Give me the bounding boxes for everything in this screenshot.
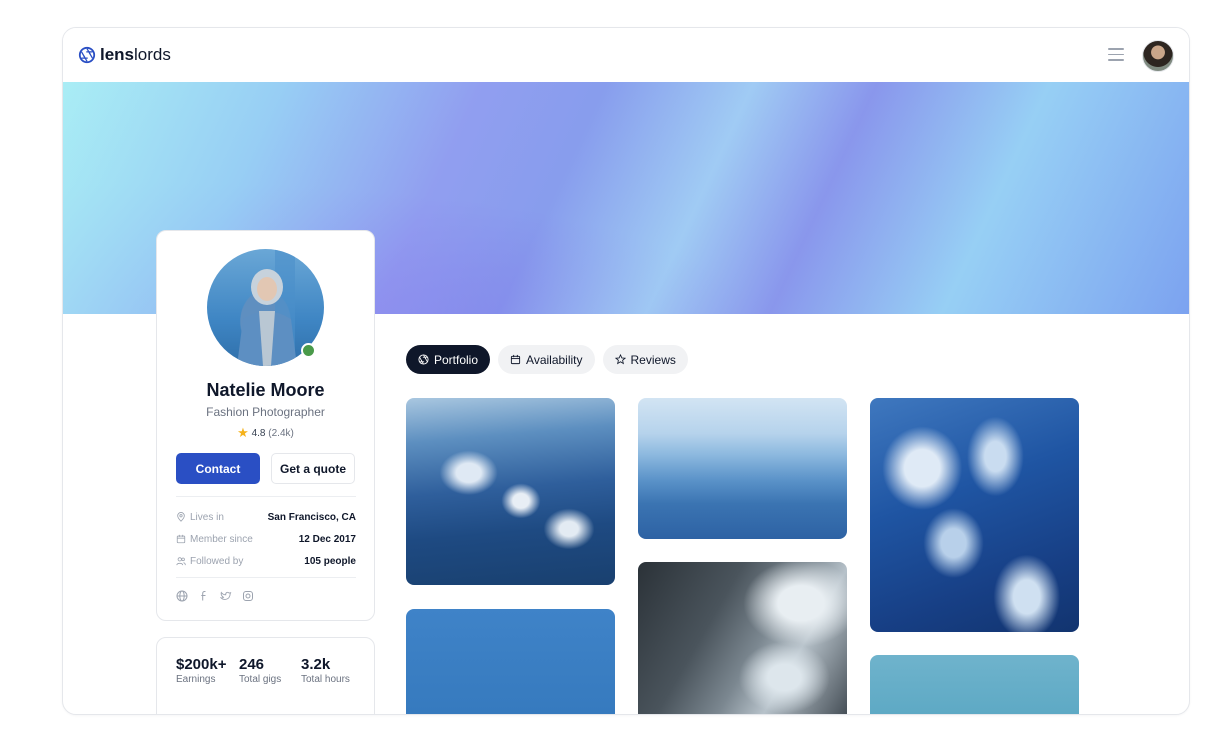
stat-value: 246: [239, 656, 265, 673]
calendar-icon: [176, 534, 186, 544]
stat-total-hours: 3.2k Total hours: [301, 656, 350, 685]
info-value: 105 people: [304, 555, 356, 567]
info-value: San Francisco, CA: [267, 511, 356, 523]
profile-rating: ★ 4.8 (2.4k): [157, 425, 374, 441]
info-row-lives-in: Lives in San Francisco, CA: [176, 510, 356, 524]
star-icon: [614, 354, 626, 365]
tab-label: Reviews: [630, 352, 676, 367]
profile-title: Fashion Photographer: [206, 405, 325, 419]
profile-card: Natelie Moore Fashion Photographer ★ 4.8…: [156, 230, 375, 621]
globe-icon[interactable]: [176, 589, 188, 602]
tab-label: Portfolio: [434, 352, 479, 367]
portfolio-photo-waterfall[interactable]: [638, 562, 847, 714]
aperture-logo-icon: [78, 46, 96, 64]
rating-count: (2.4k): [268, 428, 294, 439]
online-status-indicator: [301, 343, 316, 358]
stat-label: Total hours: [301, 674, 350, 685]
profile-name: Natelie Moore: [206, 380, 325, 400]
stat-value: $200k+: [176, 656, 227, 673]
instagram-icon[interactable]: [242, 589, 254, 601]
brand-logo[interactable]: lenslords: [78, 45, 171, 65]
stats-card: $200k+ Earnings 246 Total gigs 3.2k Tota…: [156, 637, 375, 714]
app-window: lenslords Natelie Moore Fashion Photogra…: [62, 27, 1190, 715]
portfolio-photo-ocean-waves[interactable]: [870, 398, 1079, 632]
stat-total-gigs: 246 Total gigs: [239, 656, 281, 685]
info-label: Followed by: [190, 555, 244, 567]
tab-label: Availability: [526, 352, 583, 367]
rating-value: 4.8: [251, 428, 266, 439]
info-label: Member since: [190, 533, 253, 545]
hamburger-menu-icon[interactable]: [1108, 48, 1124, 62]
portfolio-photo-mountains[interactable]: [406, 398, 615, 585]
stat-earnings: $200k+ Earnings: [176, 656, 226, 685]
profile-tabs: Portfolio Availability Reviews: [406, 345, 688, 374]
info-label: Lives in: [190, 511, 224, 523]
info-value: 12 Dec 2017: [298, 533, 356, 545]
stat-label: Earnings: [176, 674, 216, 685]
stat-value: 3.2k: [301, 656, 331, 673]
calendar-icon: [510, 354, 521, 365]
logo-text-light: lords: [134, 45, 171, 64]
social-links: [176, 589, 254, 602]
tab-availability[interactable]: Availability: [498, 345, 595, 374]
contact-button[interactable]: Contact: [176, 453, 260, 484]
facebook-icon[interactable]: [198, 589, 210, 601]
portfolio-photo-water-texture[interactable]: [870, 655, 1079, 714]
portfolio-photo-hills[interactable]: [638, 398, 847, 539]
star-icon: ★: [237, 425, 249, 440]
divider: [176, 577, 356, 578]
user-avatar[interactable]: [1142, 40, 1174, 72]
info-row-followed-by: Followed by 105 people: [176, 554, 356, 568]
logo-text-bold: lens: [100, 45, 135, 64]
tab-reviews[interactable]: Reviews: [602, 345, 688, 374]
stat-label: Total gigs: [239, 674, 282, 685]
tab-portfolio[interactable]: Portfolio: [406, 345, 491, 374]
get-a-quote-button[interactable]: Get a quote: [271, 453, 355, 484]
location-pin-icon: [177, 512, 185, 522]
users-icon: [176, 557, 186, 566]
divider: [176, 496, 356, 497]
twitter-icon[interactable]: [219, 589, 232, 601]
info-row-member-since: Member since 12 Dec 2017: [176, 532, 356, 546]
aperture-icon: [418, 354, 429, 365]
top-navigation-bar: lenslords: [63, 28, 1189, 82]
portfolio-photo-sky[interactable]: [406, 609, 615, 714]
